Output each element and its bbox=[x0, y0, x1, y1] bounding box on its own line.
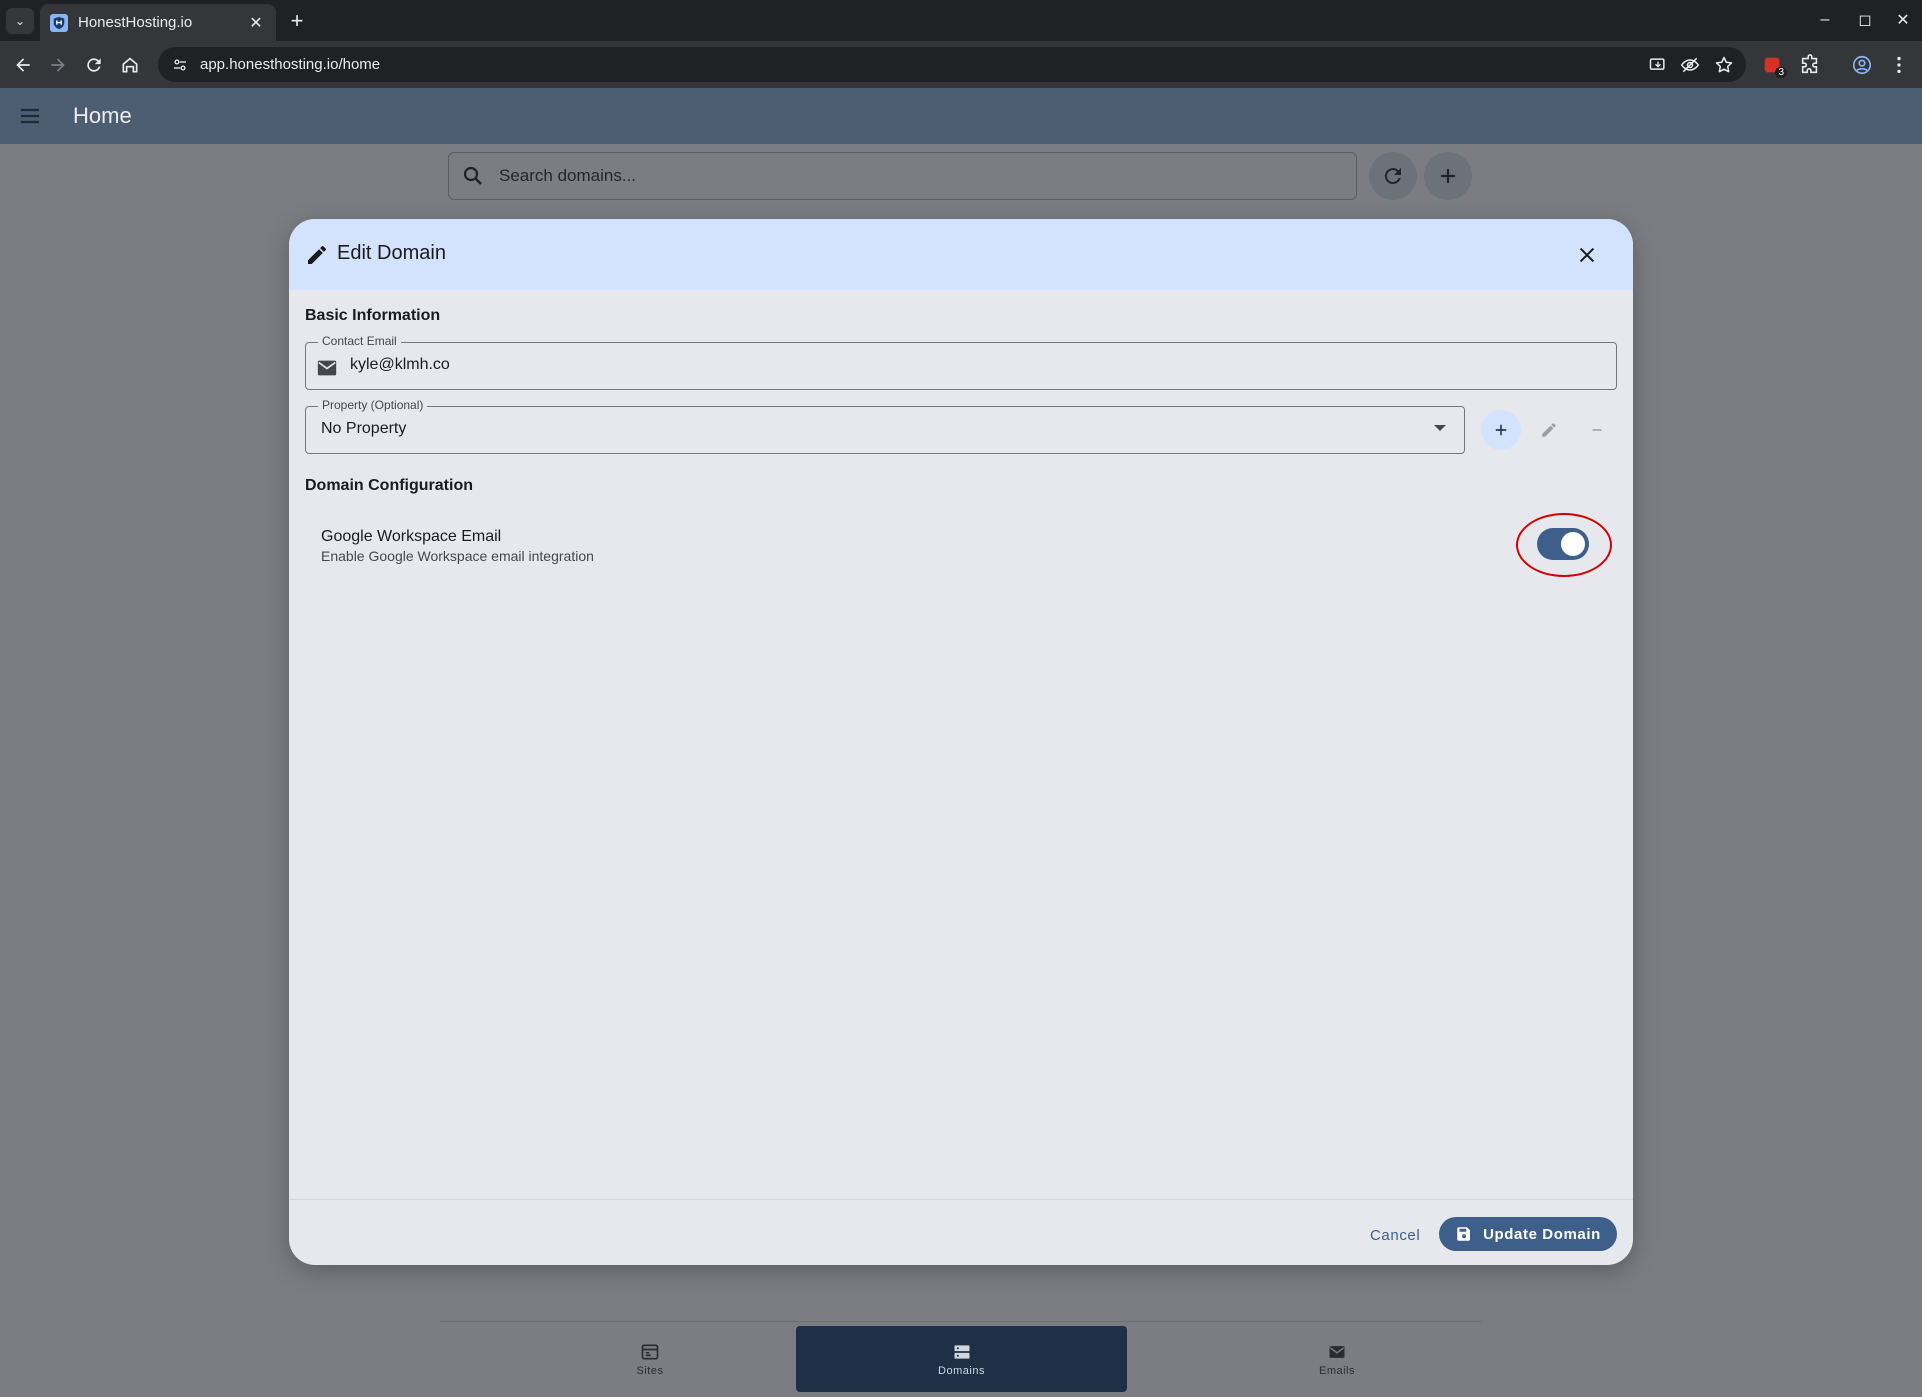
dialog-title: Edit Domain bbox=[337, 242, 446, 264]
browser-menu-icon[interactable] bbox=[1884, 50, 1914, 80]
site-settings-icon[interactable] bbox=[170, 55, 190, 75]
highlight-annotation bbox=[1516, 513, 1612, 577]
minimize-button[interactable]: – bbox=[1810, 8, 1840, 32]
property-value: No Property bbox=[321, 420, 407, 437]
edit-domain-dialog: Edit Domain Basic Information Contact Em… bbox=[289, 219, 1633, 1265]
browser-toolbar: app.honesthosting.io/home 3 bbox=[0, 41, 1922, 88]
footer-divider bbox=[289, 1199, 1633, 1200]
install-app-icon[interactable] bbox=[1648, 47, 1668, 82]
extensions-puzzle-icon[interactable] bbox=[1795, 50, 1825, 80]
property-label: Property (Optional) bbox=[318, 398, 428, 412]
plus-icon bbox=[1441, 169, 1455, 183]
mail-icon bbox=[1329, 1345, 1345, 1358]
dialog-header: Edit Domain bbox=[289, 219, 1633, 290]
pencil-edit-icon bbox=[308, 245, 326, 264]
nav-item-domains[interactable]: Domains bbox=[796, 1326, 1127, 1392]
pencil-icon bbox=[1542, 423, 1556, 437]
nav-item-emails[interactable]: Emails bbox=[1277, 1326, 1397, 1392]
google-workspace-label: Google Workspace Email bbox=[321, 528, 502, 545]
extension-icon[interactable]: 3 bbox=[1758, 50, 1788, 80]
nav-label-sites: Sites bbox=[636, 1364, 664, 1377]
close-icon bbox=[1579, 247, 1595, 263]
forward-button[interactable] bbox=[43, 50, 73, 80]
refresh-button[interactable] bbox=[1369, 152, 1417, 200]
storage-icon bbox=[954, 1344, 969, 1359]
reload-button[interactable] bbox=[79, 50, 109, 80]
close-window-button[interactable]: ✕ bbox=[1888, 8, 1918, 32]
dialog-close-button[interactable] bbox=[1573, 241, 1601, 269]
nav-label-domains: Domains bbox=[938, 1364, 985, 1377]
update-domain-button[interactable]: Update Domain bbox=[1439, 1217, 1617, 1251]
browser-tabbar: ⌄ HonestHosting.io ✕ + – ◻ ✕ bbox=[0, 0, 1922, 41]
domain-configuration-heading: Domain Configuration bbox=[305, 477, 473, 494]
tab-search-button[interactable]: ⌄ bbox=[6, 8, 34, 34]
add-domain-button[interactable] bbox=[1424, 152, 1472, 200]
remove-property-button[interactable] bbox=[1577, 410, 1617, 450]
add-property-button[interactable] bbox=[1481, 410, 1521, 450]
hamburger-menu-icon[interactable] bbox=[16, 102, 44, 130]
app-bar: Home bbox=[0, 88, 1922, 144]
minus-icon bbox=[1592, 429, 1602, 431]
basic-information-heading: Basic Information bbox=[305, 307, 441, 324]
calendar-card-icon bbox=[641, 1344, 659, 1359]
bookmark-star-icon[interactable] bbox=[1714, 47, 1734, 82]
edit-property-button[interactable] bbox=[1529, 410, 1569, 450]
contact-email-label: Contact Email bbox=[318, 334, 401, 348]
contact-email-value: kyle@klmh.co bbox=[350, 356, 450, 373]
mail-icon bbox=[317, 360, 337, 376]
site-favicon-icon bbox=[50, 13, 68, 32]
nav-item-sites[interactable]: Sites bbox=[590, 1326, 710, 1392]
page-title: Home bbox=[73, 103, 132, 128]
maximize-button[interactable]: ◻ bbox=[1850, 8, 1880, 32]
chevron-down-icon bbox=[1434, 425, 1446, 431]
browser-tab[interactable]: HonestHosting.io ✕ bbox=[40, 4, 276, 41]
extension-badge: 3 bbox=[1775, 67, 1787, 78]
url-text: app.honesthosting.io/home bbox=[200, 56, 381, 73]
tab-close-icon[interactable]: ✕ bbox=[246, 13, 266, 33]
cancel-button[interactable]: Cancel bbox=[1358, 1219, 1432, 1251]
profile-avatar-icon[interactable] bbox=[1847, 50, 1877, 80]
refresh-icon bbox=[1384, 168, 1401, 185]
bottom-navigation: Sites Domains Emails bbox=[440, 1321, 1482, 1397]
property-select[interactable]: Property (Optional) No Property bbox=[305, 398, 1465, 454]
search-input[interactable] bbox=[499, 166, 1299, 186]
update-domain-label: Update Domain bbox=[1483, 1225, 1601, 1243]
home-button[interactable] bbox=[115, 50, 145, 80]
plus-icon bbox=[1495, 424, 1507, 436]
back-button[interactable] bbox=[8, 50, 38, 80]
google-workspace-row: Google Workspace Email Enable Google Wor… bbox=[321, 528, 594, 564]
address-bar[interactable]: app.honesthosting.io/home bbox=[158, 47, 1746, 82]
tab-title: HonestHosting.io bbox=[78, 14, 193, 31]
new-tab-button[interactable]: + bbox=[284, 8, 310, 34]
eye-off-icon[interactable] bbox=[1680, 47, 1700, 82]
save-icon bbox=[1457, 1227, 1471, 1241]
contact-email-field[interactable]: Contact Email kyle@klmh.co bbox=[305, 334, 1617, 390]
google-workspace-description: Enable Google Workspace email integratio… bbox=[321, 548, 594, 564]
nav-label-emails: Emails bbox=[1318, 1364, 1355, 1377]
search-icon bbox=[463, 166, 482, 185]
domain-search-bar[interactable] bbox=[448, 152, 1357, 200]
